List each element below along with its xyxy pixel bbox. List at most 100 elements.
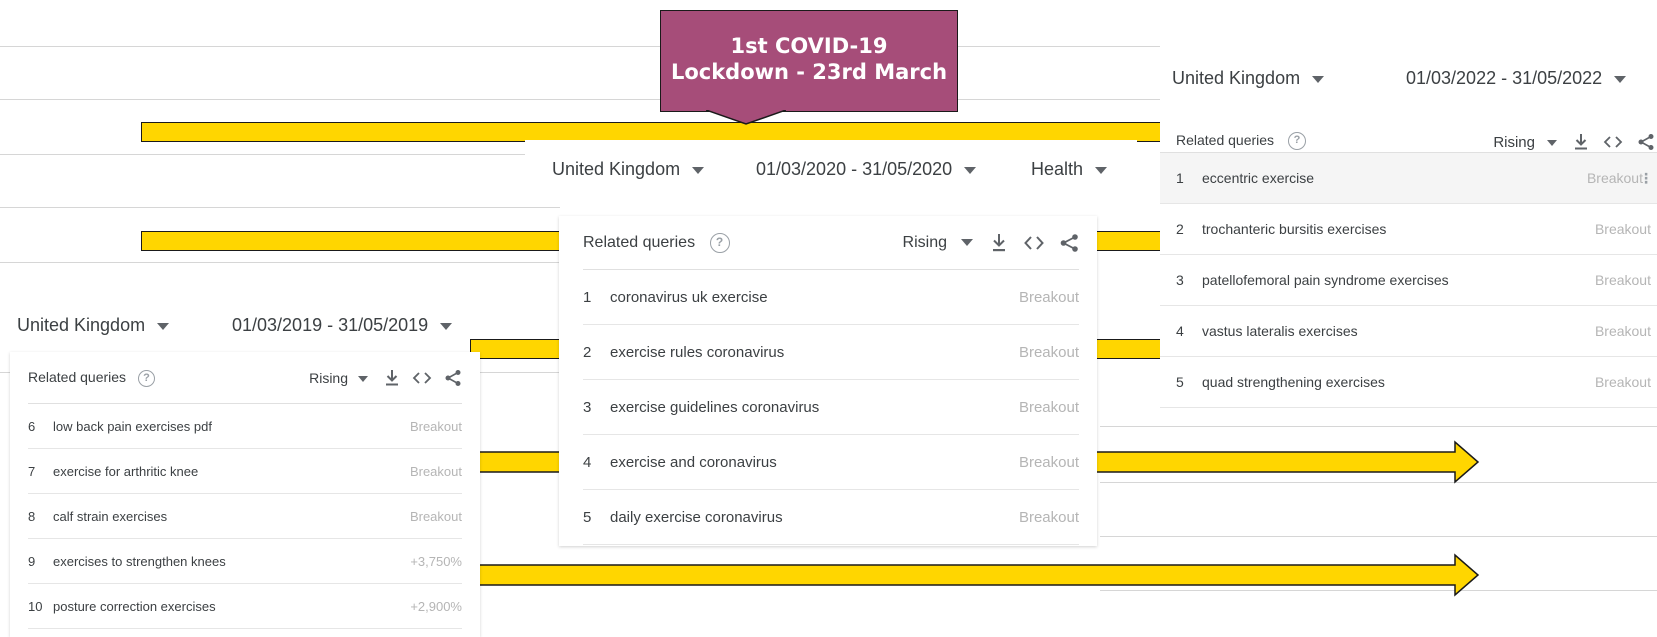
rank: 10 bbox=[28, 598, 43, 614]
rank: 1 bbox=[583, 288, 592, 306]
value-badge: Breakout bbox=[1018, 453, 1079, 471]
share-icon[interactable] bbox=[444, 369, 462, 387]
date-range-select[interactable]: 01/03/2020 - 31/05/2020 bbox=[756, 159, 977, 180]
download-icon[interactable] bbox=[384, 369, 400, 387]
rank: 7 bbox=[28, 463, 36, 479]
query-text: low back pain exercises pdf bbox=[53, 418, 212, 434]
rank: 3 bbox=[1176, 272, 1184, 288]
list-item[interactable]: 4 exercise and coronavirus Breakout bbox=[583, 435, 1079, 490]
dropdown-caret-icon bbox=[1614, 75, 1627, 83]
dropdown-caret-icon bbox=[1547, 139, 1557, 146]
rank: 1 bbox=[1176, 170, 1184, 186]
callout-line-2: Lockdown - 23rd March bbox=[670, 60, 948, 84]
help-circle-icon[interactable]: ? bbox=[137, 369, 155, 387]
value-badge: Breakout bbox=[409, 418, 462, 434]
value-badge: Breakout bbox=[1594, 221, 1651, 237]
mode-label: Rising bbox=[309, 370, 348, 386]
mode-label: Rising bbox=[902, 234, 947, 251]
rank: 2 bbox=[1176, 221, 1184, 237]
query-text: eccentric exercise bbox=[1202, 170, 1315, 186]
rank: 5 bbox=[1176, 374, 1184, 390]
list-item[interactable]: 2 trochanteric bursitis exercises Breako… bbox=[1160, 204, 1657, 255]
query-text: posture correction exercises bbox=[53, 598, 216, 614]
list-item[interactable]: 3 exercise guidelines coronavirus Breako… bbox=[583, 380, 1079, 435]
list-item[interactable]: 8 calf strain exercises Breakout bbox=[28, 494, 462, 539]
list-item[interactable]: 9 exercises to strengthen knees +3,750% bbox=[28, 539, 462, 584]
mode-select[interactable]: Rising bbox=[903, 234, 973, 252]
mode-select[interactable]: Rising bbox=[1493, 134, 1557, 151]
list-item[interactable]: 1 coronavirus uk exercise Breakout bbox=[583, 270, 1079, 325]
value-badge: Breakout bbox=[409, 463, 462, 479]
region-select[interactable]: United Kingdom bbox=[17, 315, 170, 336]
rank: 5 bbox=[583, 508, 592, 526]
related-queries-panel-2020: Related queries ? Rising 1 coronavirus u… bbox=[559, 216, 1097, 546]
download-icon[interactable] bbox=[991, 233, 1007, 253]
query-text: patellofemoral pain syndrome exercises bbox=[1202, 272, 1449, 288]
query-text: exercises to strengthen knees bbox=[53, 553, 226, 569]
date-range-select[interactable]: 01/03/2022 - 31/05/2022 bbox=[1406, 68, 1627, 89]
panel-header: Related queries ? Rising bbox=[583, 216, 1079, 270]
trends-panel-2022: United Kingdom 01/03/2022 - 31/05/2022 R… bbox=[1160, 44, 1657, 408]
related-queries-panel-2019: Related queries ? Rising 6 low back pain… bbox=[10, 352, 480, 637]
background-rule bbox=[0, 207, 560, 208]
query-text: coronavirus uk exercise bbox=[610, 288, 768, 306]
date-range-select[interactable]: 01/03/2019 - 31/05/2019 bbox=[232, 315, 453, 336]
list-item[interactable]: 1 eccentric exercise Breakout ⋮ bbox=[1160, 153, 1657, 204]
query-text: daily exercise coronavirus bbox=[610, 508, 783, 526]
embed-code-icon[interactable] bbox=[1023, 234, 1045, 252]
list-item[interactable]: 4 vastus lateralis exercises Breakout bbox=[1160, 306, 1657, 357]
list-item[interactable]: 3 patellofemoral pain syndrome exercises… bbox=[1160, 255, 1657, 306]
share-icon[interactable] bbox=[1637, 133, 1655, 151]
query-list: 1 eccentric exercise Breakout ⋮ 2 trocha… bbox=[1160, 152, 1657, 408]
region-label: United Kingdom bbox=[552, 159, 681, 179]
query-list: 1 coronavirus uk exercise Breakout 2 exe… bbox=[583, 270, 1097, 545]
date-range-label: 01/03/2019 - 31/05/2019 bbox=[232, 315, 429, 335]
dropdown-caret-icon bbox=[964, 166, 977, 174]
region-select[interactable]: United Kingdom bbox=[552, 159, 705, 180]
query-list: 6 low back pain exercises pdf Breakout 7… bbox=[28, 404, 480, 629]
region-label: United Kingdom bbox=[17, 315, 146, 335]
rank: 6 bbox=[28, 418, 36, 434]
more-vert-icon[interactable]: ⋮ bbox=[1639, 171, 1653, 185]
timeline-bar bbox=[141, 122, 1171, 142]
background-rule bbox=[0, 99, 1160, 100]
value-badge: Breakout bbox=[1594, 323, 1651, 339]
timeline-arrow-icon bbox=[470, 553, 1480, 597]
category-label: Health bbox=[1031, 159, 1084, 179]
panel-header: Related queries ? Rising bbox=[28, 352, 462, 404]
region-select[interactable]: United Kingdom bbox=[1172, 68, 1325, 89]
background-rule bbox=[0, 262, 560, 263]
list-item[interactable]: 5 quad strengthening exercises Breakout bbox=[1160, 357, 1657, 408]
mode-select[interactable]: Rising bbox=[309, 370, 368, 386]
query-text: exercise for arthritic knee bbox=[53, 463, 199, 479]
panel-header: Related queries ? Rising bbox=[1176, 132, 1657, 152]
value-badge: Breakout bbox=[1586, 170, 1643, 186]
rank: 9 bbox=[28, 553, 36, 569]
callout-line-1: 1st COVID-19 bbox=[730, 34, 888, 58]
dropdown-caret-icon bbox=[1312, 75, 1325, 83]
list-item[interactable]: 10 posture correction exercises +2,900% bbox=[28, 584, 462, 629]
query-text: vastus lateralis exercises bbox=[1202, 323, 1358, 339]
download-icon[interactable] bbox=[1573, 133, 1589, 151]
value-badge: +3,750% bbox=[410, 553, 462, 569]
value-badge: Breakout bbox=[409, 508, 462, 524]
rank: 8 bbox=[28, 508, 36, 524]
lockdown-callout: 1st COVID-19 Lockdown - 23rd March bbox=[660, 10, 958, 112]
category-select[interactable]: Health bbox=[1031, 159, 1108, 180]
query-text: trochanteric bursitis exercises bbox=[1202, 221, 1387, 237]
background-rule bbox=[0, 46, 1160, 47]
share-icon[interactable] bbox=[1059, 233, 1079, 253]
help-circle-icon[interactable]: ? bbox=[1287, 132, 1306, 151]
list-item[interactable]: 7 exercise for arthritic knee Breakout bbox=[28, 449, 462, 494]
embed-code-icon[interactable] bbox=[1603, 134, 1623, 150]
list-item[interactable]: 2 exercise rules coronavirus Breakout bbox=[583, 325, 1079, 380]
rank: 4 bbox=[1176, 323, 1184, 339]
dropdown-caret-icon bbox=[1095, 166, 1108, 174]
help-circle-icon[interactable]: ? bbox=[709, 233, 730, 253]
query-text: exercise guidelines coronavirus bbox=[610, 398, 820, 416]
rank: 4 bbox=[583, 453, 592, 471]
list-item[interactable]: 5 daily exercise coronavirus Breakout bbox=[583, 490, 1079, 545]
query-text: calf strain exercises bbox=[53, 508, 168, 524]
embed-code-icon[interactable] bbox=[412, 370, 432, 386]
list-item[interactable]: 6 low back pain exercises pdf Breakout bbox=[28, 404, 462, 449]
